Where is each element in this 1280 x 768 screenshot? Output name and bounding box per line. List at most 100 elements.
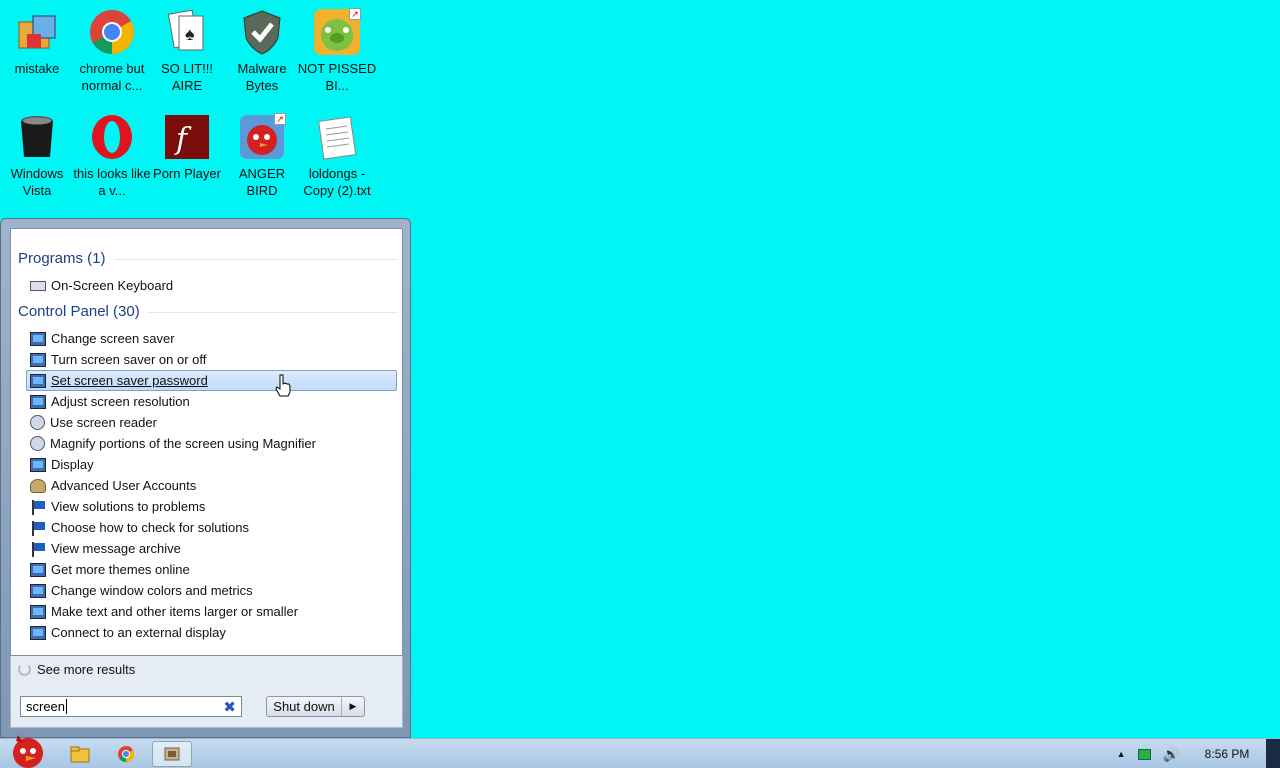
result-change-screen-saver[interactable]: Change screen saver bbox=[26, 328, 397, 349]
show-desktop-button[interactable] bbox=[1266, 739, 1280, 768]
result-connect-external-display[interactable]: Connect to an external display bbox=[26, 622, 397, 643]
desktop-icon-text-file[interactable]: loldongs - Copy (2).txt bbox=[300, 113, 374, 199]
result-get-more-themes[interactable]: Get more themes online bbox=[26, 559, 397, 580]
result-turn-screen-saver[interactable]: Turn screen saver on or off bbox=[26, 349, 397, 370]
result-label: Adjust screen resolution bbox=[51, 394, 190, 409]
taskbar-explorer-button[interactable] bbox=[60, 741, 100, 767]
monitor-icon bbox=[30, 562, 46, 577]
result-magnify-portions[interactable]: Magnify portions of the screen using Mag… bbox=[26, 433, 397, 454]
result-adjust-screen-resolution[interactable]: Adjust screen resolution bbox=[26, 391, 397, 412]
result-make-text-larger[interactable]: Make text and other items larger or smal… bbox=[26, 601, 397, 622]
folder-image-icon bbox=[13, 8, 61, 56]
taskbar-chrome-button[interactable] bbox=[106, 741, 146, 767]
volume-icon[interactable]: 🔊 bbox=[1163, 746, 1180, 763]
flag-icon bbox=[30, 520, 46, 536]
desktop-icon-flash-player[interactable]: f Porn Player bbox=[150, 113, 224, 182]
desktop-icon-label: NOT PISSED BI... bbox=[297, 61, 377, 93]
desktop-icon-windows-vista[interactable]: Windows Vista bbox=[0, 113, 74, 199]
shut-down-options-arrow-icon[interactable]: ▶ bbox=[342, 697, 364, 716]
see-more-results-link[interactable]: See more results bbox=[18, 662, 135, 677]
result-change-window-colors[interactable]: Change window colors and metrics bbox=[26, 580, 397, 601]
desktop-icon-label: chrome but normal c... bbox=[79, 61, 145, 93]
control-panel-section-header: Control Panel (30) bbox=[18, 303, 398, 320]
opera-icon bbox=[88, 113, 136, 161]
monitor-icon bbox=[30, 352, 46, 367]
search-results-panel: Programs (1) On-Screen Keyboard Control … bbox=[10, 228, 403, 656]
start-button[interactable] bbox=[4, 731, 50, 768]
taskbar: ▲ 🔊 8:56 PM bbox=[0, 735, 1280, 768]
section-divider bbox=[147, 312, 398, 313]
result-label: Advanced User Accounts bbox=[51, 478, 197, 493]
desktop-icon-label: Porn Player bbox=[153, 166, 221, 181]
taskbar-active-app-button[interactable] bbox=[152, 741, 192, 767]
green-pig-icon: ↗ bbox=[313, 8, 361, 56]
monitor-icon bbox=[30, 625, 46, 640]
flag-icon bbox=[30, 541, 46, 557]
clear-search-icon[interactable]: ✖ bbox=[223, 698, 236, 717]
network-icon[interactable] bbox=[1137, 748, 1151, 760]
result-label: Change screen saver bbox=[51, 331, 175, 346]
result-display[interactable]: Display bbox=[26, 454, 397, 475]
result-on-screen-keyboard[interactable]: On-Screen Keyboard bbox=[26, 275, 397, 296]
monitor-icon bbox=[30, 373, 46, 388]
result-label: Use screen reader bbox=[50, 415, 157, 430]
result-label: Turn screen saver on or off bbox=[51, 352, 207, 367]
shut-down-button[interactable]: Shut down bbox=[267, 697, 342, 716]
see-more-label: See more results bbox=[37, 662, 136, 677]
result-label: View solutions to problems bbox=[51, 499, 206, 514]
desktop-icon-label: SO LIT!!! AIRE bbox=[160, 61, 213, 93]
desktop-icon-chrome[interactable]: chrome but normal c... bbox=[75, 8, 149, 94]
programs-section-header: Programs (1) bbox=[18, 250, 398, 267]
monitor-icon bbox=[30, 394, 46, 409]
result-set-screen-saver-password[interactable]: Set screen saver password bbox=[26, 370, 397, 391]
result-label: Set screen saver password bbox=[51, 373, 208, 388]
flash-icon: f bbox=[163, 113, 211, 161]
start-menu-bottom-area: See more results bbox=[10, 656, 403, 728]
shortcut-arrow-icon: ↗ bbox=[274, 113, 286, 125]
monitor-icon bbox=[30, 583, 46, 598]
desktop-icon-label: Malware Bytes bbox=[237, 61, 287, 93]
folder-icon bbox=[70, 746, 90, 763]
angry-bird-start-icon bbox=[13, 735, 43, 768]
result-use-screen-reader[interactable]: Use screen reader bbox=[26, 412, 397, 433]
section-divider bbox=[113, 259, 398, 260]
result-label: Magnify portions of the screen using Mag… bbox=[50, 436, 316, 451]
flag-icon bbox=[30, 499, 46, 515]
result-view-message-archive[interactable]: View message archive bbox=[26, 538, 397, 559]
recycle-bin-icon bbox=[13, 113, 61, 161]
result-advanced-user-accounts[interactable]: Advanced User Accounts bbox=[26, 475, 397, 496]
result-label: Display bbox=[51, 457, 94, 472]
playing-cards-icon: ♠ bbox=[163, 8, 211, 56]
text-file-icon bbox=[313, 113, 361, 161]
desktop-icon-mistake[interactable]: mistake bbox=[0, 8, 74, 77]
magnifier-icon bbox=[30, 436, 45, 451]
desktop-icon-not-pissed[interactable]: ↗ NOT PISSED BI... bbox=[297, 8, 377, 94]
loading-spinner-icon bbox=[18, 663, 31, 676]
result-label: Change window colors and metrics bbox=[51, 583, 253, 598]
desktop-icon-solitaire[interactable]: ♠ SO LIT!!! AIRE bbox=[150, 8, 224, 94]
monitor-icon bbox=[30, 604, 46, 619]
result-label: Make text and other items larger or smal… bbox=[51, 604, 299, 619]
programs-header-label: Programs (1) bbox=[18, 250, 106, 267]
start-search-input[interactable]: screen ✖ bbox=[20, 696, 242, 717]
desktop-icon-opera[interactable]: this looks like a v... bbox=[73, 113, 151, 199]
shortcut-arrow-icon: ↗ bbox=[349, 8, 361, 20]
magnifier-icon bbox=[30, 415, 45, 430]
text-caret bbox=[66, 699, 68, 714]
monitor-icon bbox=[30, 457, 46, 472]
show-hidden-icons-arrow-icon[interactable]: ▲ bbox=[1117, 749, 1126, 759]
hand-cursor-icon bbox=[275, 374, 291, 397]
desktop-icon-malwarebytes[interactable]: Malware Bytes bbox=[225, 8, 299, 94]
clock[interactable]: 8:56 PM bbox=[1192, 747, 1262, 761]
start-menu: Programs (1) On-Screen Keyboard Control … bbox=[0, 218, 411, 738]
app-icon bbox=[164, 747, 180, 761]
desktop-icon-label: this looks like a v... bbox=[73, 166, 151, 198]
result-label: View message archive bbox=[51, 541, 181, 556]
desktop-icon-label: Windows Vista bbox=[10, 166, 64, 198]
result-view-solutions[interactable]: View solutions to problems bbox=[26, 496, 397, 517]
result-choose-how-to-check[interactable]: Choose how to check for solutions bbox=[26, 517, 397, 538]
users-icon bbox=[30, 478, 46, 493]
svg-text:♠: ♠ bbox=[185, 24, 195, 44]
desktop-icon-anger-bird[interactable]: ↗ ANGER BIRD bbox=[225, 113, 299, 199]
desktop-icon-label: ANGER BIRD bbox=[238, 166, 286, 198]
